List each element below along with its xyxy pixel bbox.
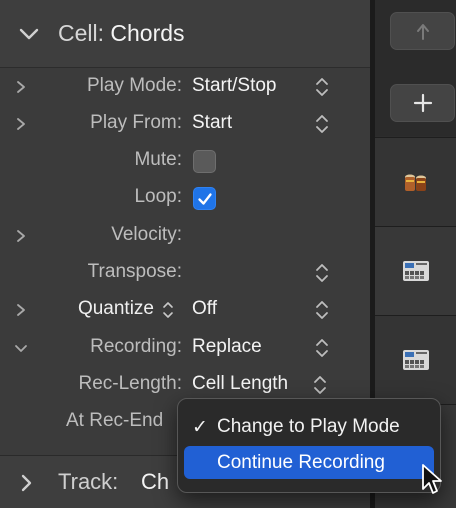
drum-machine-icon — [402, 350, 429, 370]
row-play-from: Play From: Start — [0, 105, 370, 142]
row-play-mode: Play Mode: Start/Stop — [0, 68, 370, 105]
up-down-stepper-icon[interactable] — [314, 337, 330, 359]
rec-length-label: Rec-Length: — [78, 373, 182, 394]
rec-length-value[interactable]: Cell Length — [192, 373, 288, 395]
disclosure-right-icon[interactable] — [14, 80, 28, 94]
quantize-value[interactable]: Off — [192, 298, 217, 320]
up-down-stepper-icon[interactable] — [314, 299, 330, 321]
checkmark-icon — [198, 193, 212, 205]
up-down-stepper-icon[interactable] — [314, 113, 330, 135]
back-arrow-icon — [416, 24, 429, 40]
row-velocity: Velocity: — [0, 217, 370, 254]
back-button[interactable] — [390, 12, 455, 50]
menu-item-label: Continue Recording — [217, 452, 385, 473]
row-quantize: Quantize Off — [0, 291, 370, 328]
plus-icon — [413, 93, 432, 113]
play-from-value[interactable]: Start — [192, 112, 232, 134]
disclosure-right-icon[interactable] — [14, 229, 28, 243]
track-icon-slot[interactable] — [375, 226, 456, 315]
at-rec-end-label: At Rec-End — [66, 410, 164, 431]
play-from-label: Play From: — [90, 112, 182, 133]
transpose-label: Transpose: — [87, 261, 182, 282]
up-down-stepper-icon[interactable] — [314, 262, 330, 284]
quantize-label[interactable]: Quantize — [78, 298, 154, 320]
disclosure-down-icon[interactable] — [14, 341, 28, 355]
up-down-stepper-icon[interactable] — [161, 300, 175, 320]
checkmark-icon: ✓ — [192, 417, 208, 438]
add-track-button[interactable] — [390, 84, 455, 122]
track-header-toolbar — [375, 0, 456, 136]
mute-checkbox[interactable] — [193, 150, 216, 173]
menu-item-label: Change to Play Mode — [217, 416, 400, 437]
up-down-stepper-icon[interactable] — [314, 76, 330, 98]
velocity-label: Velocity: — [111, 224, 182, 245]
disclosure-right-icon[interactable] — [14, 117, 28, 131]
row-loop: Loop: — [0, 179, 370, 216]
track-name: Ch — [141, 469, 170, 494]
mute-label: Mute: — [134, 149, 182, 170]
menu-item-change-to-play-mode[interactable]: ✓ Change to Play Mode — [184, 410, 434, 443]
up-down-stepper-icon[interactable] — [312, 374, 328, 396]
loop-checkbox[interactable] — [193, 187, 216, 210]
chevron-right-icon[interactable] — [18, 473, 34, 493]
disclosure-right-icon[interactable] — [14, 303, 28, 317]
recording-value[interactable]: Replace — [192, 336, 262, 358]
drum-machine-icon — [402, 261, 429, 281]
play-mode-label: Play Mode: — [86, 75, 182, 96]
track-icon-slot[interactable] — [375, 137, 456, 226]
row-mute: Mute: — [0, 142, 370, 179]
cell-inspector-title: Cell: Chords — [58, 20, 185, 46]
cell-inspector-header[interactable]: Cell: Chords — [0, 0, 370, 68]
mouse-pointer-icon — [422, 464, 442, 494]
row-transpose: Transpose: — [0, 254, 370, 291]
chevron-down-icon[interactable] — [18, 25, 40, 43]
drum-kit-icon — [404, 174, 426, 191]
play-mode-value[interactable]: Start/Stop — [192, 75, 277, 97]
track-icon-slot[interactable] — [375, 315, 456, 404]
track-inspector-label: Track: — [58, 469, 119, 494]
cell-name: Chords — [110, 20, 185, 46]
menu-item-continue-recording[interactable]: Continue Recording — [184, 446, 434, 479]
loop-label: Loop: — [134, 186, 182, 207]
recording-label: Recording: — [90, 336, 182, 357]
row-recording: Recording: Replace — [0, 329, 370, 366]
at-rec-end-popup-menu: ✓ Change to Play Mode Continue Recording — [177, 398, 441, 493]
